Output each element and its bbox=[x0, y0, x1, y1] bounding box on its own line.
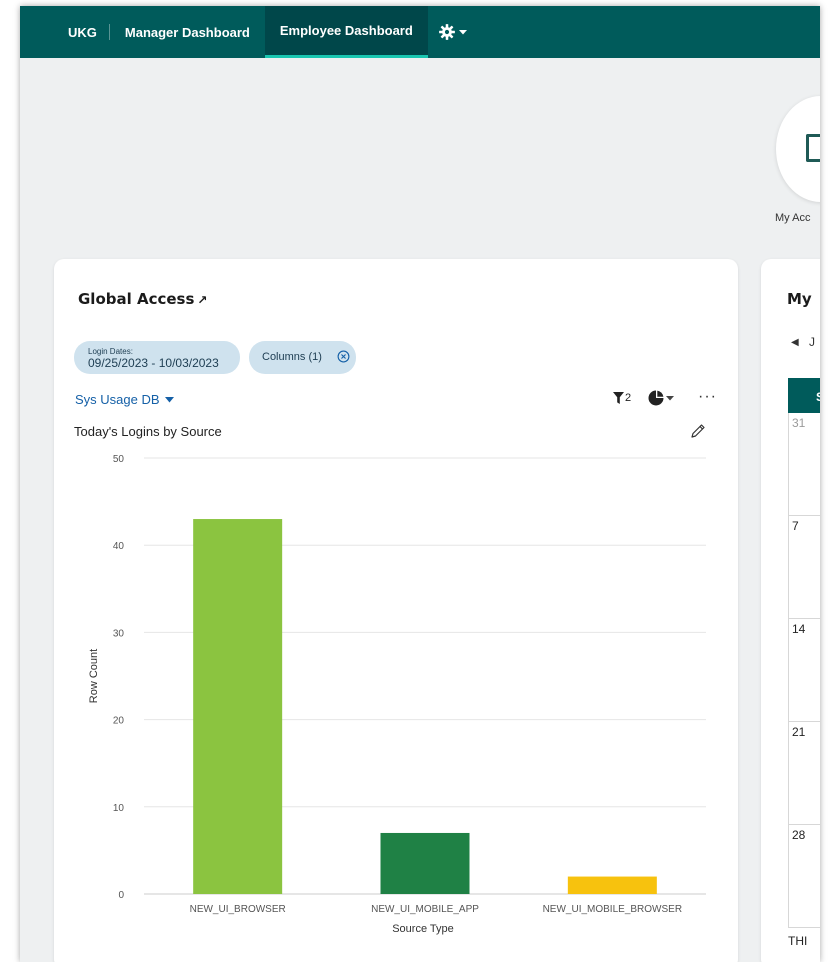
data-source-label: Sys Usage DB bbox=[75, 392, 160, 407]
login-dates-label: Login Dates: bbox=[88, 347, 133, 356]
y-axis-title: Row Count bbox=[88, 649, 100, 703]
brand-link[interactable]: UKG bbox=[20, 6, 109, 58]
login-dates-filter-chip[interactable]: Login Dates: 09/25/2023 - 10/03/2023 bbox=[74, 341, 240, 374]
y-tick-label: 10 bbox=[113, 803, 125, 814]
y-tick-label: 0 bbox=[118, 890, 124, 901]
filter-icon bbox=[613, 392, 624, 404]
external-link-icon: ↗ bbox=[197, 293, 208, 307]
x-tick-label: NEW_UI_MOBILE_APP bbox=[371, 904, 479, 915]
calendar-day-number: 14 bbox=[792, 622, 806, 636]
chart-title: Today's Logins by Source bbox=[74, 424, 222, 439]
tab-employee-dashboard-label: Employee Dashboard bbox=[279, 23, 413, 38]
y-tick-label: 20 bbox=[113, 716, 125, 727]
settings-menu-button[interactable] bbox=[428, 6, 478, 58]
calendar-day-number: 7 bbox=[792, 519, 799, 533]
more-options-button[interactable]: ··· bbox=[698, 388, 717, 406]
app-window: UKG Manager Dashboard Employee Dashboard bbox=[20, 6, 820, 962]
calendar-weekday-label: S bbox=[816, 390, 820, 404]
filter-button[interactable]: 2 bbox=[613, 392, 631, 404]
gear-icon bbox=[438, 24, 455, 40]
x-axis-title: Source Type bbox=[392, 923, 454, 935]
caret-down-icon bbox=[666, 395, 674, 400]
tab-employee-dashboard[interactable]: Employee Dashboard bbox=[264, 6, 428, 58]
y-tick-label: 40 bbox=[113, 541, 125, 552]
x-tick-label: NEW_UI_BROWSER bbox=[190, 904, 286, 915]
calendar-day-cell[interactable]: 21 bbox=[788, 722, 820, 825]
chart-bars bbox=[193, 519, 657, 894]
calendar-day-cell[interactable]: 28 bbox=[788, 825, 820, 928]
brand-label: UKG bbox=[68, 24, 97, 40]
columns-filter-chip[interactable]: Columns (1) bbox=[249, 341, 356, 374]
bar-new-ui-browser[interactable] bbox=[193, 519, 283, 894]
caret-down-icon bbox=[164, 396, 174, 402]
filter-count-badge: 2 bbox=[625, 392, 632, 404]
x-tick-label: NEW_UI_MOBILE_BROWSER bbox=[543, 904, 682, 915]
calendar-day-cell[interactable]: 7 bbox=[788, 516, 820, 619]
columns-filter-label: Columns (1) bbox=[262, 351, 322, 363]
my-calendar-title: My bbox=[787, 290, 812, 308]
tab-manager-dashboard[interactable]: Manager Dashboard bbox=[110, 6, 265, 58]
bar-chart: 0 10 20 30 40 50 NEW_UI_BROWSER NEW_UI_MOBILE_A… bbox=[88, 454, 706, 935]
global-access-title-text: Global Access bbox=[78, 290, 195, 308]
tab-manager-dashboard-label: Manager Dashboard bbox=[124, 24, 250, 40]
pie-chart-icon bbox=[648, 390, 664, 406]
close-circle-icon[interactable] bbox=[337, 350, 350, 363]
calendar-day-cell[interactable]: 14 bbox=[788, 619, 820, 722]
bar-new-ui-mobile-app[interactable] bbox=[380, 832, 470, 894]
y-tick-label: 30 bbox=[113, 628, 125, 639]
bar-new-ui-mobile-browser[interactable] bbox=[567, 876, 657, 894]
document-icon bbox=[806, 134, 820, 162]
login-dates-value: 09/25/2023 - 10/03/2023 bbox=[88, 356, 219, 370]
my-calendar-card: My ◀ J S 31 7 14 21 28 THI bbox=[761, 259, 820, 962]
calendar-day-number: 21 bbox=[792, 725, 806, 739]
calendar-day-number: 31 bbox=[792, 416, 806, 430]
pencil-icon[interactable] bbox=[690, 423, 706, 439]
calendar-month-label: J bbox=[809, 335, 815, 349]
chevron-down-icon bbox=[458, 30, 467, 35]
previous-month-icon[interactable]: ◀ bbox=[791, 337, 799, 348]
data-source-dropdown[interactable]: Sys Usage DB bbox=[75, 392, 174, 407]
calendar-footer-text: THI bbox=[788, 934, 808, 948]
chart-type-button[interactable] bbox=[648, 390, 674, 406]
calendar-day-number: 28 bbox=[792, 828, 806, 842]
my-accruals-label: My Acc bbox=[775, 212, 811, 224]
global-access-card: Global Access ↗ Login Dates: 09/25/2023 -… bbox=[54, 259, 738, 962]
global-access-title[interactable]: Global Access ↗ bbox=[78, 290, 207, 308]
calendar-day-cell[interactable]: 31 bbox=[788, 413, 820, 516]
top-navigation: UKG Manager Dashboard Employee Dashboard bbox=[20, 6, 820, 58]
y-tick-label: 50 bbox=[113, 454, 125, 465]
